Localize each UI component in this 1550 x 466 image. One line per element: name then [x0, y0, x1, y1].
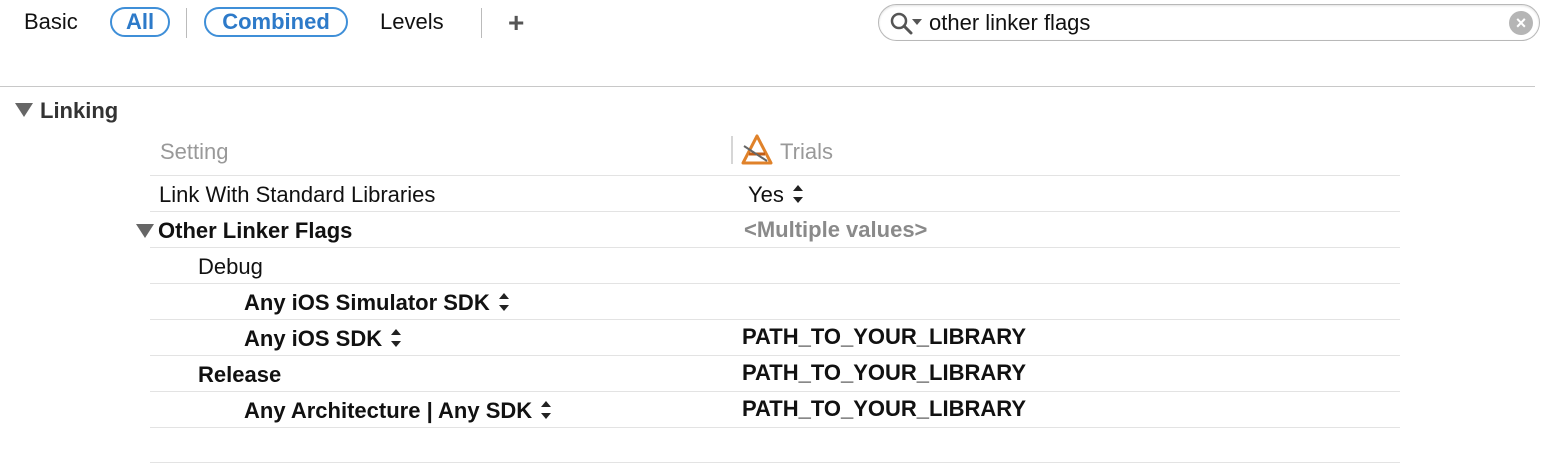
value-text: Yes	[748, 182, 784, 207]
disclosure-triangle-icon[interactable]	[15, 103, 33, 117]
setting-link-with-standard-libraries[interactable]: Link With Standard Libraries	[159, 182, 435, 208]
levels-view-button[interactable]: Levels	[380, 9, 444, 35]
toolbar-divider	[481, 8, 482, 38]
value-any-ios-sdk[interactable]: PATH_TO_YOUR_LIBRARY	[742, 324, 1026, 350]
row-divider	[150, 319, 1400, 320]
condition-any-ios-simulator-sdk[interactable]: Any iOS Simulator SDK	[244, 290, 509, 316]
condition-any-architecture-any-sdk[interactable]: Any Architecture | Any SDK	[244, 398, 552, 424]
configuration-release[interactable]: Release	[198, 362, 281, 388]
toolbar-divider	[186, 8, 187, 38]
add-setting-button[interactable]: +	[508, 8, 524, 38]
row-divider	[150, 427, 1400, 428]
column-divider	[731, 136, 733, 164]
search-field[interactable]: ×	[878, 4, 1540, 41]
value-link-with-standard-libraries[interactable]: Yes	[748, 182, 803, 208]
section-title-linking: Linking	[40, 98, 119, 123]
target-column-header: Trials	[780, 139, 833, 164]
stepper-icon[interactable]	[792, 185, 803, 204]
setting-column-header: Setting	[160, 139, 229, 164]
setting-other-linker-flags[interactable]: Other Linker Flags	[158, 218, 352, 244]
stepper-icon[interactable]	[391, 329, 402, 348]
row-divider	[150, 283, 1400, 284]
search-input[interactable]	[929, 9, 1489, 37]
value-release[interactable]: PATH_TO_YOUR_LIBRARY	[742, 360, 1026, 386]
basic-filter-button[interactable]: Basic	[24, 9, 78, 35]
search-icon[interactable]	[889, 11, 913, 35]
configuration-debug[interactable]: Debug	[198, 254, 263, 280]
disclosure-triangle-icon[interactable]	[136, 224, 154, 238]
value-other-linker-flags[interactable]: <Multiple values>	[744, 217, 927, 243]
search-options-caret-icon[interactable]	[912, 19, 922, 25]
stepper-icon[interactable]	[541, 401, 552, 420]
combined-view-button[interactable]: Combined	[204, 7, 348, 37]
value-any-architecture-any-sdk[interactable]: PATH_TO_YOUR_LIBRARY	[742, 396, 1026, 422]
condition-label: Any Architecture | Any SDK	[244, 398, 533, 423]
row-divider	[150, 355, 1400, 356]
all-filter-button[interactable]: All	[110, 7, 170, 37]
row-divider	[150, 391, 1400, 392]
toolbar-bottom-divider	[0, 86, 1535, 87]
row-divider	[150, 211, 1400, 212]
app-target-icon	[741, 134, 773, 165]
row-divider	[150, 247, 1400, 248]
condition-any-ios-sdk[interactable]: Any iOS SDK	[244, 326, 402, 352]
condition-label: Any iOS SDK	[244, 326, 383, 351]
condition-label: Any iOS Simulator SDK	[244, 290, 490, 315]
row-divider	[150, 175, 1400, 176]
stepper-icon[interactable]	[498, 293, 509, 312]
row-divider	[150, 462, 1400, 463]
clear-search-icon[interactable]: ×	[1509, 11, 1533, 35]
